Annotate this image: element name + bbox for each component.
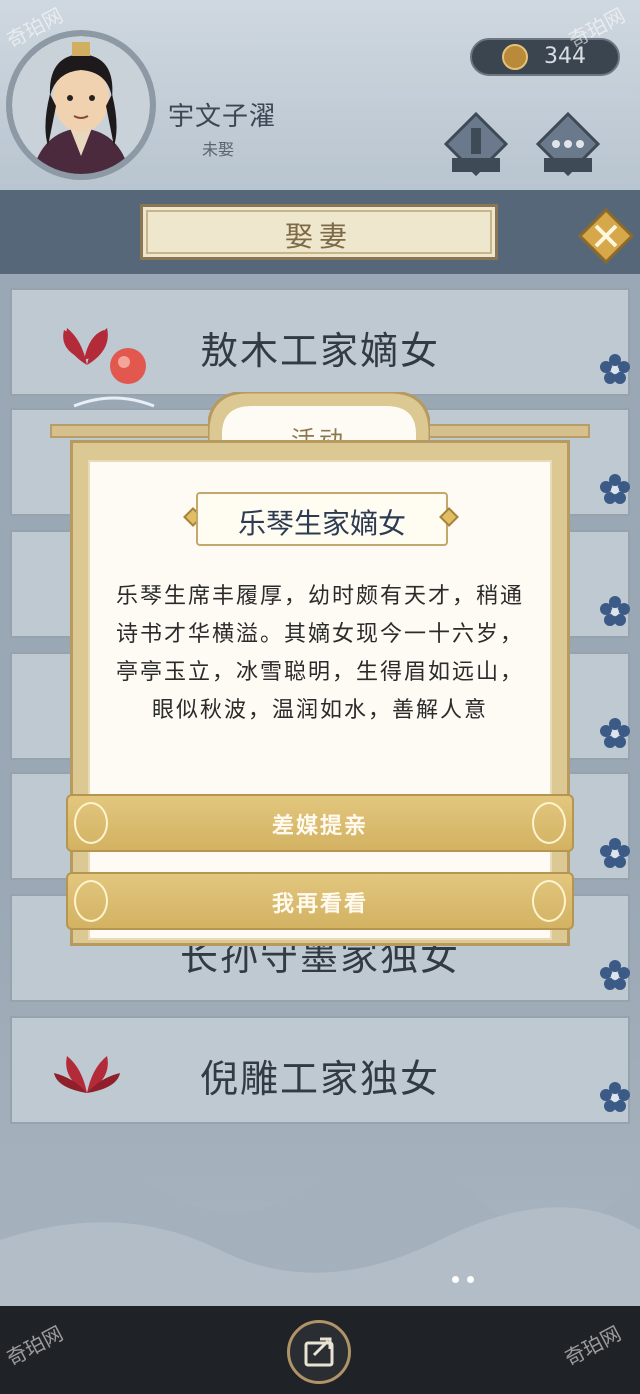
bride-name: 乐琴生家嫡女 — [237, 507, 406, 540]
decline-button-label: 我再看看 — [271, 892, 368, 917]
decline-button[interactable]: 我再看看 — [66, 872, 574, 930]
propose-button-label: 差媒提亲 — [271, 814, 368, 839]
scroll-cap-right-icon — [532, 880, 566, 922]
bride-description: 乐琴生席丰履厚，幼时颇有天才，稍通诗书才华横溢。其嫡女现今一十六岁，亭亭玉立，冰… — [115, 584, 524, 723]
bride-name-plaque: 乐琴生家嫡女 — [196, 492, 448, 546]
scroll-cap-right-icon — [532, 802, 566, 844]
propose-button[interactable]: 差媒提亲 — [66, 794, 574, 852]
